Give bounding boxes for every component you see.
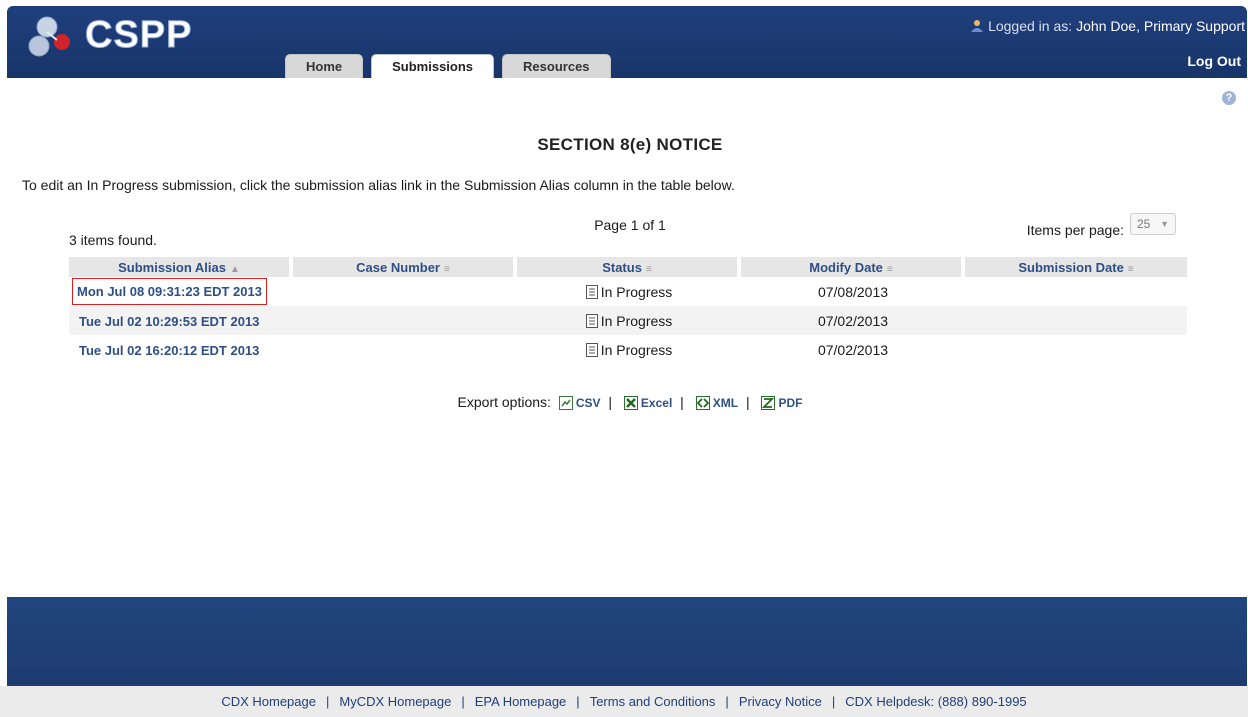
- case-number-cell: [293, 335, 517, 364]
- submission-alias-link[interactable]: Tue Jul 02 10:29:53 EDT 2013: [79, 314, 259, 329]
- document-icon: [585, 313, 598, 328]
- sort-asc-icon: ▲: [229, 263, 240, 275]
- alias-cell: Tue Jul 02 16:20:12 EDT 2013: [69, 335, 293, 364]
- col-header-modify-date[interactable]: Modify Date ≡: [741, 257, 965, 277]
- submission-alias-link[interactable]: Tue Jul 02 16:20:12 EDT 2013: [79, 343, 259, 358]
- footer-link-epa-homepage[interactable]: EPA Homepage: [475, 694, 567, 709]
- separator: |: [608, 394, 613, 410]
- status-text: In Progress: [600, 312, 673, 329]
- logo-text: CSPP: [84, 14, 193, 57]
- alias-cell: Tue Jul 02 10:29:53 EDT 2013: [69, 306, 293, 335]
- xml-icon: [695, 396, 710, 410]
- logged-in-label: Logged in as:: [988, 18, 1073, 34]
- sort-icon: ≡: [645, 263, 652, 275]
- footer-link-helpdesk[interactable]: CDX Helpdesk: (888) 890-1995: [845, 694, 1026, 709]
- document-icon: [585, 342, 598, 357]
- document-icon: [585, 284, 598, 299]
- footer-link-cdx-homepage[interactable]: CDX Homepage: [221, 694, 316, 709]
- col-header-status[interactable]: Status ≡: [517, 257, 741, 277]
- footer-link-privacy[interactable]: Privacy Notice: [739, 694, 822, 709]
- col-header-submission-alias[interactable]: Submission Alias ▲: [69, 257, 293, 277]
- submission-date-cell: [965, 277, 1187, 306]
- status-cell: In Progress: [517, 335, 741, 364]
- logout-link[interactable]: Log Out: [1187, 53, 1241, 69]
- status-text: In Progress: [600, 341, 673, 358]
- page: CSPP Home Submissions Resources Logged i…: [0, 0, 1248, 717]
- sort-icon: ≡: [443, 263, 450, 275]
- page-title: SECTION 8(e) NOTICE: [537, 135, 723, 154]
- modify-date-cell: 07/02/2013: [817, 341, 889, 358]
- table-row: Tue Jul 02 16:20:12 EDT 2013 In Progress…: [69, 335, 1187, 364]
- separator: |: [680, 394, 684, 410]
- items-per-page-select[interactable]: 25 ▼: [1130, 213, 1176, 235]
- tab-submissions[interactable]: Submissions: [371, 54, 495, 78]
- case-number-cell: [293, 277, 517, 306]
- case-number-cell: [293, 306, 517, 335]
- alias-cell: Mon Jul 08 09:31:23 EDT 2013: [69, 277, 293, 306]
- status-cell: In Progress: [517, 306, 741, 335]
- separator: |: [461, 694, 465, 709]
- help-icon[interactable]: ?: [1222, 91, 1236, 105]
- table-row: Tue Jul 02 10:29:53 EDT 2013 In Progress…: [69, 306, 1187, 335]
- export-pdf-link[interactable]: PDF: [778, 396, 802, 410]
- submissions-table: Submission Alias ▲ Case Number ≡ Status ≡ M…: [69, 257, 1187, 364]
- footer-link-mycdx-homepage[interactable]: MyCDX Homepage: [339, 694, 451, 709]
- sort-icon: ≡: [886, 263, 893, 275]
- instructions-text: To edit an In Progress submission, click…: [22, 177, 735, 193]
- items-per-page-value: 25: [1137, 217, 1151, 231]
- separator: |: [325, 694, 330, 709]
- status-text: In Progress: [600, 283, 673, 300]
- submission-date-cell: [965, 306, 1187, 335]
- cspp-logo[interactable]: CSPP: [25, 14, 205, 58]
- sort-icon: ≡: [1127, 263, 1134, 275]
- export-options: Export options: CSV | Excel | XML | PDF: [0, 394, 1248, 410]
- tab-resources[interactable]: Resources: [502, 54, 611, 78]
- export-excel-link[interactable]: Excel: [641, 396, 672, 410]
- logged-in-info: Logged in as: John Doe, Primary Support: [970, 18, 1245, 34]
- submission-date-cell: [965, 335, 1187, 364]
- export-xml-link[interactable]: XML: [713, 396, 738, 410]
- col-header-case-number[interactable]: Case Number ≡: [293, 257, 517, 277]
- table-row: Mon Jul 08 09:31:23 EDT 2013 In Progress…: [69, 277, 1187, 306]
- modify-date-cell: 07/02/2013: [741, 306, 965, 335]
- chevron-down-icon: ▼: [1160, 219, 1169, 229]
- footer-link-terms[interactable]: Terms and Conditions: [590, 694, 716, 709]
- separator: |: [576, 694, 580, 709]
- separator: |: [725, 694, 729, 709]
- export-csv-link[interactable]: CSV: [576, 396, 601, 410]
- col-header-submission-date[interactable]: Submission Date ≡: [965, 257, 1187, 277]
- items-found-count: 3 items found.: [69, 232, 157, 248]
- main-tabs: Home Submissions Resources: [285, 54, 611, 78]
- tab-home[interactable]: Home: [285, 54, 364, 78]
- pdf-icon: [761, 396, 776, 410]
- submission-alias-link[interactable]: Mon Jul 08 09:31:23 EDT 2013: [72, 278, 267, 305]
- header-bar: CSPP Home Submissions Resources Logged i…: [7, 6, 1247, 78]
- modify-date-cell: 07/08/2013: [817, 283, 889, 300]
- footer-links: CDX Homepage | MyCDX Homepage | EPA Home…: [0, 686, 1248, 717]
- separator: |: [831, 694, 836, 709]
- user-icon: [971, 20, 984, 32]
- items-per-page: Items per page: 25 ▼: [1026, 213, 1176, 238]
- items-per-page-label: Items per page:: [1026, 222, 1124, 238]
- export-label: Export options:: [457, 394, 551, 410]
- footer-band: [7, 597, 1247, 686]
- separator: |: [745, 394, 750, 410]
- excel-icon: [623, 396, 638, 410]
- user-name: John Doe, Primary Support: [1076, 18, 1245, 34]
- table-header-row: Submission Alias ▲ Case Number ≡ Status ≡ M…: [69, 257, 1187, 277]
- status-cell: In Progress: [517, 277, 741, 306]
- csv-icon: [558, 396, 573, 410]
- molecule-icon: [28, 16, 70, 57]
